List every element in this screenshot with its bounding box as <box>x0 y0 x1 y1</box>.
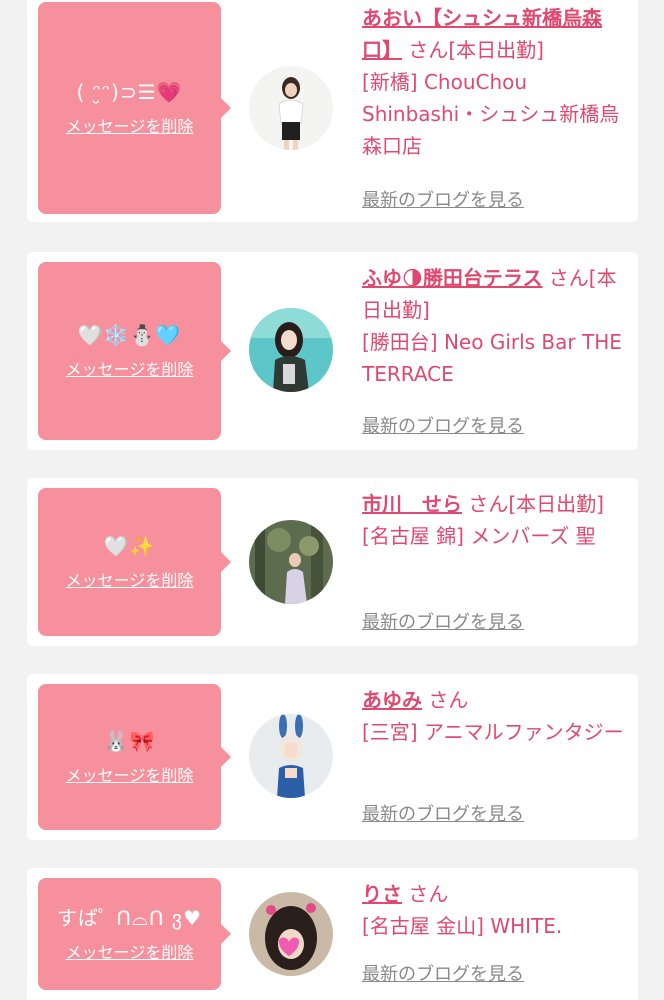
latest-blog-link[interactable]: 最新のブログを見る <box>362 800 524 826</box>
avatar[interactable] <box>249 892 333 976</box>
delete-message-link[interactable]: メッセージを削除 <box>66 356 194 380</box>
cast-info: りさ さん [名古屋 金山] WHITE. <box>362 878 632 942</box>
latest-blog-link[interactable]: 最新のブログを見る <box>362 412 524 438</box>
woman-white-blouse-photo-icon <box>249 66 333 150</box>
cast-info: あおい【シュシュ新橋烏森口】 さん[本日出勤] [新橋] ChouChou Sh… <box>362 2 632 162</box>
message-bubble: 🐰🎀 メッセージを削除 <box>38 684 231 830</box>
shop-name: [名古屋 錦] メンバーズ 聖 <box>362 524 596 548</box>
cast-name-link[interactable]: あゆみ <box>362 688 422 712</box>
message-bubble: 🤍✨ メッセージを削除 <box>38 488 231 636</box>
message-card: 🤍❄️⛄🩵 メッセージを削除 ふゆ🌗勝田台テラス さん[本日出勤] [勝田台] … <box>27 252 638 450</box>
message-text: すばﾟ ᑎ⌓ᑎ ვ♥ <box>57 906 202 930</box>
latest-blog-link[interactable]: 最新のブログを見る <box>362 960 524 986</box>
message-card: 🤍✨ メッセージを削除 市川 せら さん[本日出勤] [名古屋 錦] メンバーズ… <box>27 478 638 646</box>
cast-status: さん <box>422 688 469 712</box>
bunny-costume-photo-icon <box>249 714 333 798</box>
delete-message-link[interactable]: メッセージを削除 <box>66 762 194 786</box>
shop-name: [三宮] アニマルファンタジー <box>362 720 624 744</box>
latest-blog-link[interactable]: 最新のブログを見る <box>362 186 524 212</box>
message-text: 🤍✨ <box>103 534 156 558</box>
message-card: 🐰🎀 メッセージを削除 あゆみ さん [三宮] アニマルファンタジー 最新のブロ… <box>27 674 638 840</box>
cast-info: ふゆ🌗勝田台テラス さん[本日出勤] [勝田台] Neo Girls Bar T… <box>362 262 632 390</box>
delete-message-link[interactable]: メッセージを削除 <box>66 567 194 591</box>
message-bubble: 🤍❄️⛄🩵 メッセージを削除 <box>38 262 231 440</box>
cast-status: さん[本日出勤] <box>402 38 544 62</box>
avatar[interactable] <box>249 520 333 604</box>
woman-kimono-forest-photo-icon <box>249 520 333 604</box>
latest-blog-link[interactable]: 最新のブログを見る <box>362 608 524 634</box>
cast-name-link[interactable]: 市川 せら <box>362 492 462 516</box>
avatar[interactable] <box>249 66 333 150</box>
delete-message-link[interactable]: メッセージを削除 <box>66 113 194 137</box>
message-card: ( ᵔ̮ᵔ)⊃☰💗 メッセージを削除 あおい【シュシュ新橋烏森口】 さん[本日出… <box>27 0 638 222</box>
cast-status: さん <box>402 882 449 906</box>
cast-name-link[interactable]: ふゆ🌗勝田台テラス <box>362 266 542 290</box>
shop-name: [勝田台] Neo Girls Bar THE TERRACE <box>362 330 622 386</box>
shop-name: [新橋] ChouChou Shinbashi・シュシュ新橋烏森口店 <box>362 70 620 158</box>
cast-info: 市川 せら さん[本日出勤] [名古屋 錦] メンバーズ 聖 <box>362 488 632 552</box>
message-bubble: すばﾟ ᑎ⌓ᑎ ვ♥ メッセージを削除 <box>38 878 231 990</box>
cast-status: さん[本日出勤] <box>462 492 604 516</box>
avatar[interactable] <box>249 308 333 392</box>
message-text: 🐰🎀 <box>103 729 156 753</box>
avatar[interactable] <box>249 714 333 798</box>
cast-name-link[interactable]: りさ <box>362 882 402 906</box>
message-card: すばﾟ ᑎ⌓ᑎ ვ♥ メッセージを削除 りさ さん [名古屋 金山] WHITE… <box>27 868 638 1000</box>
message-bubble: ( ᵔ̮ᵔ)⊃☰💗 メッセージを削除 <box>38 2 231 214</box>
cast-info: あゆみ さん [三宮] アニマルファンタジー <box>362 684 632 748</box>
message-text: 🤍❄️⛄🩵 <box>77 323 182 347</box>
delete-message-link[interactable]: メッセージを削除 <box>66 939 194 963</box>
woman-teal-background-photo-icon <box>249 308 333 392</box>
woman-heart-stickers-photo-icon <box>249 892 333 976</box>
shop-name: [名古屋 金山] WHITE. <box>362 914 563 938</box>
message-text: ( ᵔ̮ᵔ)⊃☰💗 <box>76 80 183 104</box>
